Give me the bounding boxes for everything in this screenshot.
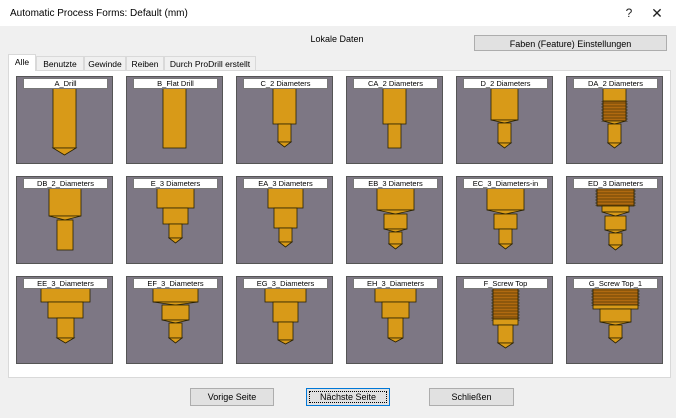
form-tile[interactable]: DB_2_Diameters [16, 176, 113, 264]
form-tile[interactable]: EA_3 Diameters [236, 176, 333, 264]
form-tile[interactable]: EG_3_Diameters [236, 276, 333, 364]
form-tile[interactable]: EF_3_Diameters [126, 276, 223, 364]
form-tile[interactable]: D_2 Diameters [456, 76, 553, 164]
form-tile[interactable]: EC_3_Diameters-in [456, 176, 553, 264]
help-button[interactable]: ? [618, 3, 640, 23]
form-tile[interactable]: ED_3 Diameters [566, 176, 663, 264]
window-title: Automatic Process Forms: Default (mm) [10, 8, 188, 19]
form-tile-label: F_Screw Top [463, 278, 548, 289]
form-tile-label: DA_2 Diameters [573, 78, 658, 89]
drill-form-icon [264, 287, 307, 345]
drill-form-icon [601, 87, 628, 149]
form-tile[interactable]: CA_2 Diameters [346, 76, 443, 164]
form-tile-label: EC_3_Diameters-in [463, 178, 548, 189]
form-tile-label: CA_2 Diameters [353, 78, 438, 89]
drill-form-icon [376, 187, 415, 250]
form-tile-label: EG_3_Diameters [243, 278, 328, 289]
form-tile-label: C_2 Diameters [243, 78, 328, 89]
drill-form-icon [272, 87, 297, 148]
tab-durch-prodrill[interactable]: Durch ProDrill erstellt [164, 56, 256, 71]
form-tile-label: A_Drill [23, 78, 108, 89]
drill-form-icon [48, 187, 82, 251]
form-tile-label: EB_3 Diameters [353, 178, 438, 189]
form-tile[interactable]: G_Screw Top_1 [566, 276, 663, 364]
drill-form-icon [491, 287, 520, 349]
drill-form-icon [162, 87, 187, 149]
form-tile-label: EE_3_Diameters [23, 278, 108, 289]
form-tile[interactable]: EH_3_Diameters [346, 276, 443, 364]
form-tile[interactable]: A_Drill [16, 76, 113, 164]
form-tile[interactable]: B_Flat Drill [126, 76, 223, 164]
drill-form-icon [267, 187, 304, 248]
drill-form-icon [40, 287, 91, 344]
form-tile[interactable]: EE_3_Diameters [16, 276, 113, 364]
close-icon[interactable]: ✕ [646, 3, 668, 23]
title-bar: Automatic Process Forms: Default (mm) ? … [0, 0, 676, 26]
form-tile-label: DB_2_Diameters [23, 178, 108, 189]
drill-form-icon [490, 87, 519, 149]
drill-form-icon [382, 87, 407, 149]
form-tile[interactable]: C_2 Diameters [236, 76, 333, 164]
form-tile-label: B_Flat Drill [133, 78, 218, 89]
tab-benutzte[interactable]: Benutzte [36, 56, 84, 71]
drill-form-icon [152, 287, 199, 344]
tab-alle[interactable]: Alle [8, 54, 36, 71]
previous-page-button[interactable]: Vorige Seite [190, 388, 274, 406]
form-tile-label: EA_3 Diameters [243, 178, 328, 189]
form-tile[interactable]: DA_2 Diameters [566, 76, 663, 164]
form-tile[interactable]: E_3 Diameters [126, 176, 223, 264]
form-tile-label: EF_3_Diameters [133, 278, 218, 289]
form-tile-label: D_2 Diameters [463, 78, 548, 89]
form-tile[interactable]: F_Screw Top [456, 276, 553, 364]
form-tile-label: E_3 Diameters [133, 178, 218, 189]
drill-form-icon [156, 187, 195, 244]
dialog-client: Lokale Daten Faben (Feature) Einstellung… [0, 26, 676, 418]
forms-panel: A_Drill B_Flat Drill C_2 Diameters CA_2 Dia… [8, 70, 671, 378]
section-label: Lokale Daten [310, 34, 364, 44]
next-page-button[interactable]: Nächste Seite [306, 388, 390, 406]
tab-reiben[interactable]: Reiben [126, 56, 164, 71]
feature-settings-button[interactable]: Faben (Feature) Einstellungen [474, 35, 667, 51]
drill-form-icon [374, 287, 417, 343]
drill-form-icon [51, 87, 78, 156]
form-tile[interactable]: EB_3 Diameters [346, 176, 443, 264]
form-tile-label: G_Screw Top_1 [573, 278, 658, 289]
tab-gewinde[interactable]: Gewinde [84, 56, 126, 71]
drill-form-icon [595, 187, 636, 251]
form-tile-label: EH_3_Diameters [353, 278, 438, 289]
form-tile-label: ED_3 Diameters [573, 178, 658, 189]
close-button[interactable]: Schließen [429, 388, 514, 406]
drill-form-icon [591, 287, 640, 344]
drill-form-icon [486, 187, 525, 250]
